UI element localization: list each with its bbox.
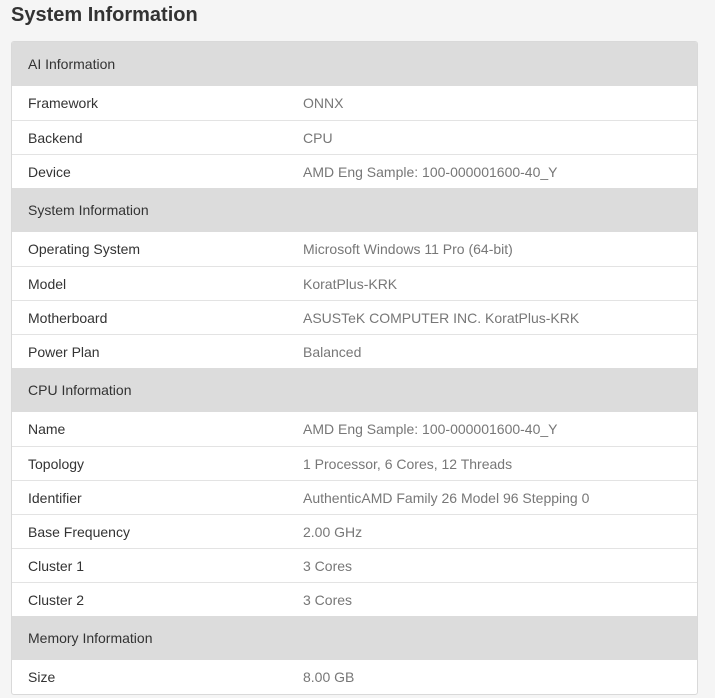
info-row-device: Device AMD Eng Sample: 100-000001600-40_… — [12, 154, 697, 188]
row-key: Motherboard — [28, 309, 108, 326]
info-row-name: Name AMD Eng Sample: 100-000001600-40_Y — [12, 412, 697, 446]
row-value: KoratPlus-KRK — [303, 275, 398, 292]
row-value: ASUSTeK COMPUTER INC. KoratPlus-KRK — [303, 309, 580, 326]
row-key: Identifier — [28, 489, 82, 506]
info-row-motherboard: Motherboard ASUSTeK COMPUTER INC. KoratP… — [12, 300, 697, 334]
info-row-cluster-1: Cluster 1 3 Cores — [12, 548, 697, 582]
info-row-base-frequency: Base Frequency 2.00 GHz — [12, 514, 697, 548]
section-header-system-information: System Information — [12, 188, 697, 232]
row-key: Device — [28, 163, 71, 180]
row-key: Cluster 1 — [28, 557, 85, 574]
row-value: 1 Processor, 6 Cores, 12 Threads — [303, 455, 513, 472]
page-title: System Information — [11, 4, 198, 26]
info-row-power-plan: Power Plan Balanced — [12, 334, 697, 368]
row-key: Backend — [28, 129, 83, 146]
row-value: ONNX — [303, 95, 344, 111]
info-row-framework: Framework ONNX — [12, 86, 697, 120]
row-value: AMD Eng Sample: 100-000001600-40_Y — [303, 163, 558, 180]
info-row-cluster-2: Cluster 2 3 Cores — [12, 582, 697, 616]
info-row-identifier: Identifier AuthenticAMD Family 26 Model … — [12, 480, 697, 514]
row-value: 8.00 GB — [303, 669, 355, 685]
section-header-cpu-information: CPU Information — [12, 368, 697, 412]
row-key: Size — [28, 669, 56, 685]
section-header-ai-information: AI Information — [12, 42, 697, 86]
row-value: Balanced — [303, 343, 362, 360]
section-header-memory-information: Memory Information — [12, 616, 697, 660]
info-row-model: Model KoratPlus-KRK — [12, 266, 697, 300]
info-row-topology: Topology 1 Processor, 6 Cores, 12 Thread… — [12, 446, 697, 480]
row-key: Name — [28, 421, 66, 437]
row-key: Power Plan — [28, 343, 100, 360]
row-key: Operating System — [28, 241, 141, 257]
row-value: 3 Cores — [303, 557, 353, 574]
row-key: Base Frequency — [28, 523, 130, 540]
row-value: 2.00 GHz — [303, 523, 363, 540]
row-key: Cluster 2 — [28, 591, 85, 608]
info-row-backend: Backend CPU — [12, 120, 697, 154]
system-info-panel: AI Information Framework ONNX Backend CP… — [11, 41, 698, 695]
row-value: CPU — [303, 129, 333, 146]
row-value: AMD Eng Sample: 100-000001600-40_Y — [303, 421, 558, 437]
row-key: Topology — [28, 455, 85, 472]
row-key: Framework — [28, 95, 99, 111]
row-key: Model — [28, 275, 67, 292]
row-value: 3 Cores — [303, 591, 353, 608]
row-value: Microsoft Windows 11 Pro (64-bit) — [303, 241, 513, 257]
info-row-size: Size 8.00 GB — [12, 660, 697, 694]
info-row-operating-system: Operating System Microsoft Windows 11 Pr… — [12, 232, 697, 266]
row-value: AuthenticAMD Family 26 Model 96 Stepping… — [303, 489, 590, 506]
